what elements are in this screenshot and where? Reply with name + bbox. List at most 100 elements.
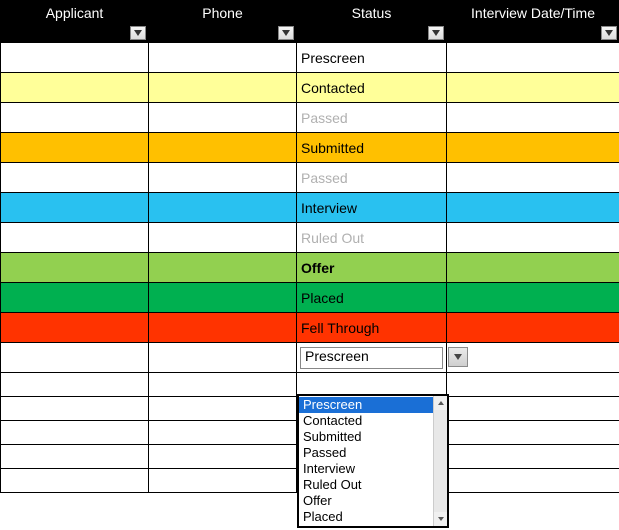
cell-status[interactable]: Offer (297, 253, 447, 283)
table-row[interactable]: Placed (1, 283, 619, 313)
filter-interview-button[interactable] (601, 26, 617, 40)
cell-status-value: Placed (301, 290, 344, 306)
cell-status[interactable]: Prescreen (297, 343, 447, 373)
cell-empty[interactable] (1, 469, 149, 493)
status-option[interactable]: Passed (299, 445, 433, 461)
cell-applicant[interactable] (1, 73, 149, 103)
cell-interview[interactable] (447, 343, 619, 373)
status-dropdown-list[interactable]: PrescreenContactedSubmittedPassedIntervi… (299, 396, 433, 526)
header-applicant[interactable]: Applicant (1, 1, 149, 43)
filter-status-button[interactable] (428, 26, 444, 40)
cell-status[interactable]: Ruled Out (297, 223, 447, 253)
cell-empty[interactable] (149, 445, 297, 469)
cell-phone[interactable] (149, 253, 297, 283)
status-dropdown-scrollbar[interactable] (433, 396, 447, 526)
status-option[interactable]: Prescreen (299, 397, 433, 413)
status-input[interactable]: Prescreen (300, 347, 443, 369)
cell-applicant[interactable] (1, 313, 149, 343)
cell-phone[interactable] (149, 193, 297, 223)
cell-applicant[interactable] (1, 163, 149, 193)
cell-phone[interactable] (149, 73, 297, 103)
cell-empty[interactable] (447, 469, 619, 493)
scroll-up-button[interactable] (434, 396, 447, 410)
cell-applicant[interactable] (1, 103, 149, 133)
cell-empty[interactable] (149, 397, 297, 421)
cell-phone[interactable] (149, 43, 297, 73)
cell-status[interactable]: Passed (297, 163, 447, 193)
table-row[interactable]: Offer (1, 253, 619, 283)
status-option[interactable]: Contacted (299, 413, 433, 429)
status-option[interactable]: Offer (299, 493, 433, 509)
cell-interview[interactable] (447, 253, 619, 283)
cell-status[interactable]: Prescreen (297, 43, 447, 73)
cell-interview[interactable] (447, 193, 619, 223)
chevron-down-icon (605, 30, 613, 36)
chevron-down-icon (454, 354, 462, 360)
cell-status[interactable]: Submitted (297, 133, 447, 163)
header-status[interactable]: Status (297, 1, 447, 43)
table-row[interactable]: Submitted (1, 133, 619, 163)
cell-phone[interactable] (149, 343, 297, 373)
cell-applicant[interactable] (1, 283, 149, 313)
cell-empty[interactable] (1, 445, 149, 469)
cell-status[interactable]: Interview (297, 193, 447, 223)
cell-interview[interactable] (447, 103, 619, 133)
table-row[interactable]: Prescreen (1, 43, 619, 73)
cell-empty[interactable] (447, 445, 619, 469)
cell-status-value: Passed (301, 170, 348, 186)
table-row[interactable]: Ruled Out (1, 223, 619, 253)
cell-interview[interactable] (447, 313, 619, 343)
table-row[interactable] (1, 373, 619, 397)
cell-phone[interactable] (149, 163, 297, 193)
table-row[interactable]: Interview (1, 193, 619, 223)
status-option[interactable]: Interview (299, 461, 433, 477)
cell-empty[interactable] (447, 373, 619, 397)
cell-applicant[interactable] (1, 253, 149, 283)
cell-status[interactable]: Placed (297, 283, 447, 313)
table-row[interactable]: Contacted (1, 73, 619, 103)
cell-empty[interactable] (1, 373, 149, 397)
cell-interview[interactable] (447, 163, 619, 193)
table-row[interactable]: Passed (1, 163, 619, 193)
header-phone[interactable]: Phone (149, 1, 297, 43)
table-row[interactable]: Fell Through (1, 313, 619, 343)
cell-empty[interactable] (149, 469, 297, 493)
cell-interview[interactable] (447, 73, 619, 103)
status-option[interactable]: Ruled Out (299, 477, 433, 493)
cell-empty[interactable] (1, 421, 149, 445)
status-option[interactable]: Submitted (299, 429, 433, 445)
cell-applicant[interactable] (1, 193, 149, 223)
cell-phone[interactable] (149, 103, 297, 133)
cell-interview[interactable] (447, 133, 619, 163)
header-interview[interactable]: Interview Date/Time (447, 1, 619, 43)
cell-phone[interactable] (149, 313, 297, 343)
cell-status[interactable]: Contacted (297, 73, 447, 103)
cell-interview[interactable] (447, 283, 619, 313)
chevron-down-icon (438, 517, 444, 521)
cell-empty[interactable] (149, 421, 297, 445)
cell-empty[interactable] (447, 397, 619, 421)
cell-applicant[interactable] (1, 223, 149, 253)
status-dropdown-panel[interactable]: PrescreenContactedSubmittedPassedIntervi… (297, 394, 449, 528)
cell-interview[interactable] (447, 43, 619, 73)
status-option[interactable]: Placed (299, 509, 433, 525)
cell-phone[interactable] (149, 133, 297, 163)
cell-status[interactable]: Passed (297, 103, 447, 133)
cell-interview[interactable] (447, 223, 619, 253)
cell-applicant[interactable] (1, 133, 149, 163)
filter-phone-button[interactable] (278, 26, 294, 40)
cell-empty[interactable] (1, 397, 149, 421)
filter-applicant-button[interactable] (130, 26, 146, 40)
cell-status[interactable]: Fell Through (297, 313, 447, 343)
table-row[interactable]: Passed (1, 103, 619, 133)
cell-phone[interactable] (149, 223, 297, 253)
cell-applicant[interactable] (1, 43, 149, 73)
scroll-down-button[interactable] (434, 512, 447, 526)
table-row[interactable]: Prescreen (1, 343, 619, 373)
cell-phone[interactable] (149, 283, 297, 313)
cell-empty[interactable] (447, 421, 619, 445)
cell-applicant[interactable] (1, 343, 149, 373)
status-cell-dropdown-button[interactable] (448, 347, 468, 367)
cell-empty[interactable] (149, 373, 297, 397)
cell-empty[interactable] (297, 373, 447, 397)
